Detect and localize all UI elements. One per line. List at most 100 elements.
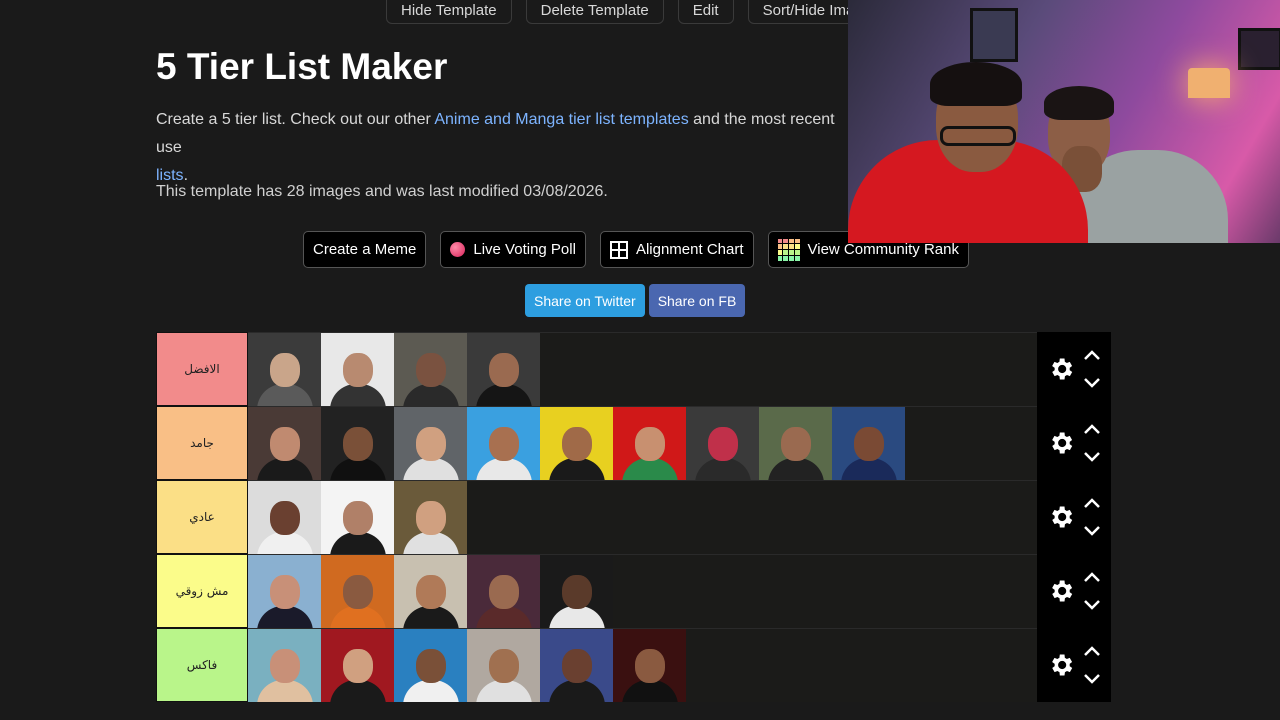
thumb-face	[342, 353, 373, 388]
tier-item-image[interactable]	[467, 555, 540, 628]
chevron-up-icon[interactable]	[1083, 645, 1101, 657]
delete-template-button[interactable]: Delete Template	[525, 0, 664, 24]
tier-item-image[interactable]	[759, 407, 832, 480]
grid-icon	[609, 240, 628, 259]
chevron-down-icon[interactable]	[1083, 451, 1101, 463]
tier-item-image[interactable]	[248, 555, 321, 628]
thumb-face	[488, 649, 519, 684]
tier-label[interactable]: جامد	[156, 406, 248, 480]
chevron-down-icon[interactable]	[1083, 673, 1101, 685]
thumb-face	[269, 501, 300, 536]
tier-item-image[interactable]	[321, 629, 394, 702]
tier-item-image[interactable]	[321, 481, 394, 554]
chevron-down-icon[interactable]	[1083, 599, 1101, 611]
tier-item-image[interactable]	[686, 407, 759, 480]
thumb-body	[767, 458, 824, 480]
gear-icon[interactable]	[1047, 577, 1075, 605]
chevron-down-icon[interactable]	[1083, 525, 1101, 537]
thumb-face	[415, 501, 446, 536]
person-hair	[1044, 86, 1114, 120]
tier-item-image[interactable]	[540, 629, 613, 702]
thumb-body	[329, 680, 386, 702]
tier-move-arrows	[1083, 497, 1101, 537]
tier-item-image[interactable]	[394, 629, 467, 702]
tier-item-image[interactable]	[540, 555, 613, 628]
tier-label[interactable]: الافضل	[156, 332, 248, 406]
tier-items	[248, 628, 1037, 702]
thumb-body	[621, 680, 678, 702]
edit-button[interactable]: Edit	[677, 0, 734, 24]
thumb-body	[329, 384, 386, 406]
tier-item-image[interactable]	[613, 407, 686, 480]
live-voting-poll-button[interactable]: Live Voting Poll	[440, 231, 586, 268]
template-toolbar: Hide Template Delete Template Edit Sort/…	[386, 0, 878, 24]
thumb-face	[415, 575, 446, 610]
anime-manga-link[interactable]: Anime and Manga tier list templates	[434, 111, 688, 128]
wall-art	[970, 8, 1018, 62]
gear-icon[interactable]	[1047, 651, 1075, 679]
tier-controls	[1037, 480, 1111, 554]
tier-label[interactable]: عادي	[156, 480, 248, 554]
hide-template-button[interactable]: Hide Template	[386, 0, 512, 24]
thumb-face	[488, 427, 519, 462]
chevron-up-icon[interactable]	[1083, 423, 1101, 435]
tier-move-arrows	[1083, 423, 1101, 463]
tier-item-image[interactable]	[467, 407, 540, 480]
thumb-body	[475, 680, 532, 702]
alignment-chart-button[interactable]: Alignment Chart	[599, 231, 754, 268]
tier-item-image[interactable]	[248, 333, 321, 406]
chevron-up-icon[interactable]	[1083, 349, 1101, 361]
chevron-up-icon[interactable]	[1083, 571, 1101, 583]
thumb-body	[475, 384, 532, 406]
template-description: Create a 5 tier list. Check out our othe…	[156, 106, 856, 190]
thumb-face	[561, 649, 592, 684]
wall-art	[1238, 28, 1280, 70]
tier-item-image[interactable]	[613, 629, 686, 702]
tier-item-image[interactable]	[394, 407, 467, 480]
tier-row: فاكس	[156, 628, 1111, 702]
thumb-face	[342, 427, 373, 462]
recent-lists-link[interactable]: lists	[156, 167, 184, 184]
tier-label[interactable]: فاكس	[156, 628, 248, 702]
thumb-face	[269, 427, 300, 462]
tier-item-image[interactable]	[321, 407, 394, 480]
tier-item-image[interactable]	[394, 555, 467, 628]
tier-item-image[interactable]	[321, 333, 394, 406]
thumb-face	[269, 575, 300, 610]
poll-dot-icon	[450, 242, 466, 257]
thumb-body	[256, 532, 313, 554]
thumb-face	[488, 353, 519, 388]
template-meta: This template has 28 images and was last…	[156, 183, 608, 200]
tier-row: مش زوقي	[156, 554, 1111, 628]
tier-item-image[interactable]	[248, 481, 321, 554]
rank-grid-icon	[777, 238, 800, 261]
tier-item-image[interactable]	[248, 407, 321, 480]
gear-icon[interactable]	[1047, 503, 1075, 531]
tier-item-image[interactable]	[248, 629, 321, 702]
thumb-face	[707, 427, 738, 462]
tier-row: جامد	[156, 406, 1111, 480]
tier-controls	[1037, 332, 1111, 406]
tier-label[interactable]: مش زوقي	[156, 554, 248, 628]
chevron-up-icon[interactable]	[1083, 497, 1101, 509]
share-twitter-button[interactable]: Share on Twitter	[525, 284, 645, 317]
thumb-body	[840, 458, 897, 480]
thumb-face	[269, 353, 300, 388]
live-voting-poll-label: Live Voting Poll	[473, 241, 576, 258]
thumb-face	[634, 649, 665, 684]
tier-item-image[interactable]	[394, 481, 467, 554]
tier-item-image[interactable]	[832, 407, 905, 480]
thumb-face	[415, 649, 446, 684]
tier-item-image[interactable]	[394, 333, 467, 406]
tier-item-image[interactable]	[467, 333, 540, 406]
chevron-down-icon[interactable]	[1083, 377, 1101, 389]
tier-item-image[interactable]	[540, 407, 613, 480]
share-fb-button[interactable]: Share on FB	[648, 284, 746, 317]
tier-item-image[interactable]	[321, 555, 394, 628]
create-meme-button[interactable]: Create a Meme	[303, 231, 427, 268]
gear-icon[interactable]	[1047, 429, 1075, 457]
webcam-overlay	[848, 0, 1280, 243]
thumb-body	[402, 384, 459, 406]
tier-item-image[interactable]	[467, 629, 540, 702]
gear-icon[interactable]	[1047, 355, 1075, 383]
